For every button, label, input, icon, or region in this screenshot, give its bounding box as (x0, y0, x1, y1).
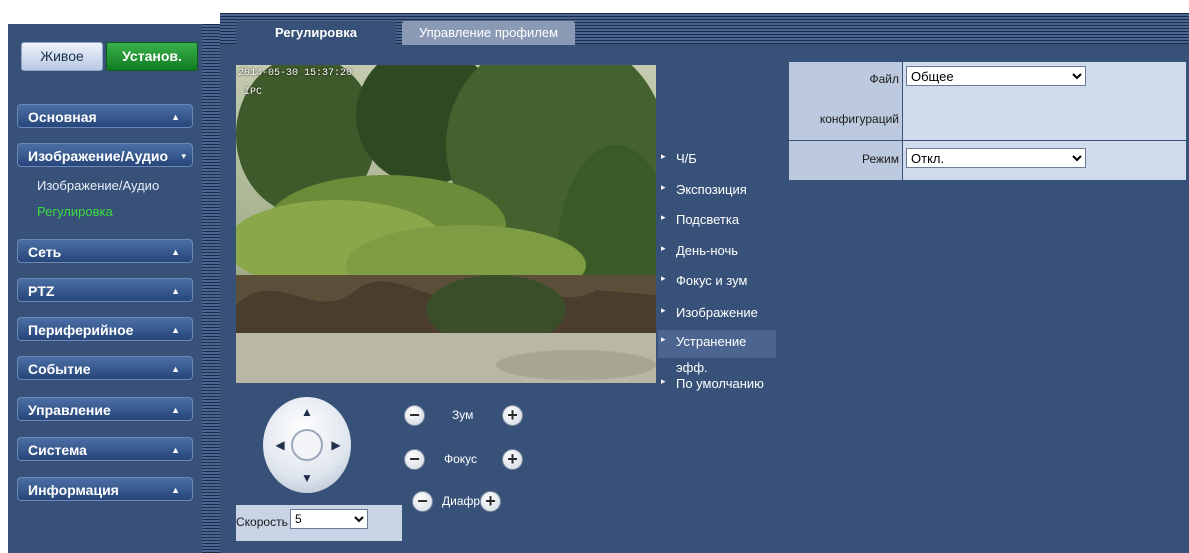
option-label: По умолчанию (676, 376, 764, 391)
chevron-up-icon: ▲ (171, 485, 180, 495)
sidebar-subitem-adjustment[interactable]: Регулировка (37, 204, 113, 219)
config-file-label: Файл (869, 72, 899, 86)
option-exposure[interactable]: ▸ Экспозиция (658, 182, 776, 197)
sidebar-item-label: Сеть (28, 244, 62, 260)
sidebar-item-label: Событие (28, 361, 91, 377)
caret-right-icon: ▸ (661, 182, 666, 192)
sidebar-item-label: PTZ (28, 283, 55, 299)
caret-right-icon: ▸ (661, 243, 666, 253)
option-image[interactable]: ▸ Изображение (658, 305, 776, 320)
config-file-label-line2: конфигураций (819, 112, 899, 126)
arrow-right-icon[interactable]: ▶ (329, 438, 343, 452)
osd-camera-name: IPC (244, 87, 263, 98)
option-label: эфф. (676, 360, 708, 375)
option-focus-zoom[interactable]: ▸ Фокус и зум (658, 273, 776, 288)
speed-select[interactable]: 5 (290, 509, 368, 529)
chevron-down-icon: ▾ (181, 151, 186, 161)
chevron-up-icon: ▲ (171, 405, 180, 415)
ptz-center-button[interactable] (291, 429, 323, 461)
sidebar-item-management[interactable]: Управление ▲ (17, 397, 193, 421)
sidebar-divider[interactable] (202, 24, 220, 553)
caret-right-icon: ▸ (661, 212, 666, 222)
sidebar-item-image-audio[interactable]: Изображение/Аудио ▾ (17, 143, 193, 167)
sidebar-item-system[interactable]: Система ▲ (17, 437, 193, 461)
zoom-in-button[interactable]: + (502, 405, 523, 426)
sidebar-item-label: Система (28, 442, 87, 458)
sidebar-item-label: Информация (28, 482, 119, 498)
sidebar-item-label: Периферийное (28, 322, 134, 338)
option-defog[interactable]: ▸ Устранение (658, 330, 776, 358)
chevron-up-icon: ▲ (171, 286, 180, 296)
sidebar-item-label: Основная (28, 109, 97, 125)
mode-select[interactable]: Откл. (906, 148, 1086, 168)
sidebar-item-ptz[interactable]: PTZ ▲ (17, 278, 193, 302)
sidebar-subitem-image-audio[interactable]: Изображение/Аудио (37, 178, 159, 193)
mode-label: Режим (862, 152, 899, 166)
iris-minus-button[interactable]: − (412, 491, 433, 512)
option-label: Изображение (676, 305, 758, 320)
video-scene-image (236, 65, 656, 383)
option-backlight[interactable]: ▸ Подсветка (658, 212, 776, 227)
option-label: Подсветка (676, 212, 740, 227)
sidebar-item-event[interactable]: Событие ▲ (17, 356, 193, 380)
tab-adjustment[interactable]: Регулировка (236, 21, 396, 45)
option-default[interactable]: ▸ По умолчанию (658, 376, 776, 391)
chevron-up-icon: ▲ (171, 364, 180, 374)
live-button[interactable]: Живое (21, 42, 103, 71)
arrow-left-icon[interactable]: ◀ (273, 438, 287, 452)
option-label: Устранение (676, 334, 747, 349)
option-label: Фокус и зум (676, 273, 748, 288)
focus-label: Фокус (444, 452, 478, 466)
zoom-out-button[interactable]: − (404, 405, 425, 426)
sidebar-item-information[interactable]: Информация ▲ (17, 477, 193, 501)
caret-right-icon: ▸ (661, 305, 666, 315)
iris-plus-button[interactable]: + (480, 491, 501, 512)
speed-label: Скорость (236, 515, 288, 529)
video-preview: 2014-05-30 15:37:20 IPC (236, 65, 656, 383)
arrow-down-icon[interactable]: ▼ (300, 471, 314, 485)
caret-right-icon: ▸ (661, 334, 666, 344)
sidebar-item-network[interactable]: Сеть ▲ (17, 239, 193, 263)
setup-button[interactable]: Установ. (106, 42, 198, 71)
zoom-label: Зум (452, 408, 474, 422)
option-day-night[interactable]: ▸ День-ночь (658, 243, 776, 258)
focus-plus-button[interactable]: + (502, 449, 523, 470)
chevron-up-icon: ▲ (171, 247, 180, 257)
focus-minus-button[interactable]: − (404, 449, 425, 470)
option-label: Ч/Б (676, 151, 697, 166)
osd-timestamp: 2014-05-30 15:37:20 (238, 68, 353, 79)
chevron-up-icon: ▲ (171, 325, 180, 335)
option-label: Экспозиция (676, 182, 747, 197)
sidebar-item-label: Управление (28, 402, 111, 418)
sidebar-item-peripheral[interactable]: Периферийное ▲ (17, 317, 193, 341)
caret-right-icon: ▸ (661, 273, 666, 283)
caret-right-icon: ▸ (661, 151, 666, 161)
option-defog-continuation: эфф. (658, 360, 776, 375)
iris-label: Диафр. (442, 494, 484, 508)
caret-right-icon: ▸ (661, 376, 666, 386)
option-bw[interactable]: ▸ Ч/Б (658, 151, 776, 166)
tab-profile-management[interactable]: Управление профилем (402, 21, 575, 45)
sidebar-item-basic[interactable]: Основная ▲ (17, 104, 193, 128)
config-file-select[interactable]: Общее (906, 66, 1086, 86)
chevron-up-icon: ▲ (171, 112, 180, 122)
app-root: Живое Установ. Основная ▲ Изображение/Ау… (0, 0, 1189, 553)
arrow-up-icon[interactable]: ▲ (300, 405, 314, 419)
sidebar-item-label: Изображение/Аудио (28, 148, 169, 164)
option-label: День-ночь (676, 243, 738, 258)
chevron-up-icon: ▲ (171, 445, 180, 455)
